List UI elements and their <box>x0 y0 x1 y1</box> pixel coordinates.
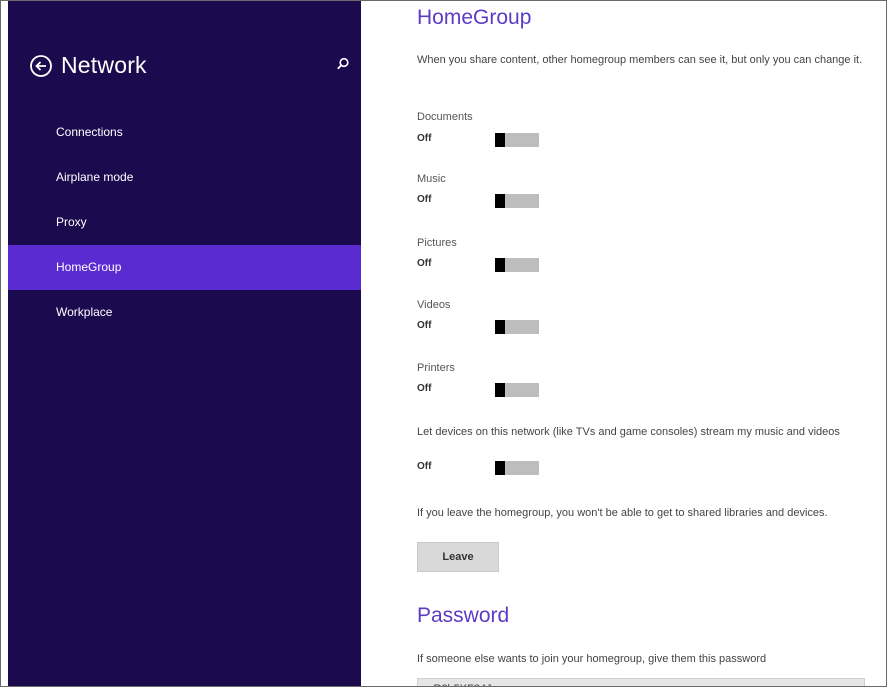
toggle-thumb <box>495 258 505 272</box>
sidebar-header: Network <box>29 52 147 79</box>
sidebar-item-workplace[interactable]: Workplace <box>8 290 361 335</box>
back-arrow-icon[interactable] <box>29 54 53 78</box>
leave-button[interactable]: Leave <box>417 542 499 572</box>
sidebar-title: Network <box>61 52 147 78</box>
documents-setting: Off <box>417 132 617 148</box>
media-streaming-state: Off <box>417 461 432 472</box>
password-title: Password <box>417 604 510 627</box>
password-description: If someone else wants to join your homeg… <box>417 653 767 665</box>
password-field[interactable]: cR2b5KF84J <box>417 678 865 686</box>
homegroup-title: HomeGroup <box>417 6 532 29</box>
sidebar-nav: Connections Airplane mode Proxy HomeGrou… <box>8 110 361 335</box>
printers-setting: Off <box>417 382 617 398</box>
sidebar-item-connections[interactable]: Connections <box>8 110 361 155</box>
media-streaming-toggle[interactable] <box>495 461 539 475</box>
sidebar-item-airplane-mode[interactable]: Airplane mode <box>8 155 361 200</box>
pictures-setting: Off <box>417 257 617 273</box>
media-streaming-setting: Off <box>417 460 617 476</box>
leave-description: If you leave the homegroup, you won't be… <box>417 507 828 519</box>
search-icon[interactable] <box>336 57 350 71</box>
pictures-toggle[interactable] <box>495 258 539 272</box>
videos-toggle[interactable] <box>495 320 539 334</box>
printers-label: Printers <box>417 362 455 374</box>
music-state: Off <box>417 194 432 205</box>
printers-toggle[interactable] <box>495 383 539 397</box>
documents-toggle[interactable] <box>495 133 539 147</box>
pictures-state: Off <box>417 258 432 269</box>
music-label: Music <box>417 173 446 185</box>
documents-label: Documents <box>417 111 473 123</box>
videos-label: Videos <box>417 299 451 311</box>
music-setting: Off <box>417 193 617 209</box>
documents-state: Off <box>417 133 432 144</box>
homegroup-description: When you share content, other homegroup … <box>417 54 863 66</box>
toggle-thumb <box>495 133 505 147</box>
sidebar-item-homegroup[interactable]: HomeGroup <box>8 245 361 290</box>
music-toggle[interactable] <box>495 194 539 208</box>
toggle-thumb <box>495 461 505 475</box>
toggle-thumb <box>495 194 505 208</box>
sidebar-item-proxy[interactable]: Proxy <box>8 200 361 245</box>
settings-window: Network Connections Airplane mode Proxy … <box>0 0 887 687</box>
videos-state: Off <box>417 320 432 331</box>
sidebar: Network Connections Airplane mode Proxy … <box>8 1 361 686</box>
printers-state: Off <box>417 383 432 394</box>
pictures-label: Pictures <box>417 237 457 249</box>
videos-setting: Off <box>417 319 617 335</box>
media-streaming-label: Let devices on this network (like TVs an… <box>417 426 840 438</box>
toggle-thumb <box>495 383 505 397</box>
toggle-thumb <box>495 320 505 334</box>
